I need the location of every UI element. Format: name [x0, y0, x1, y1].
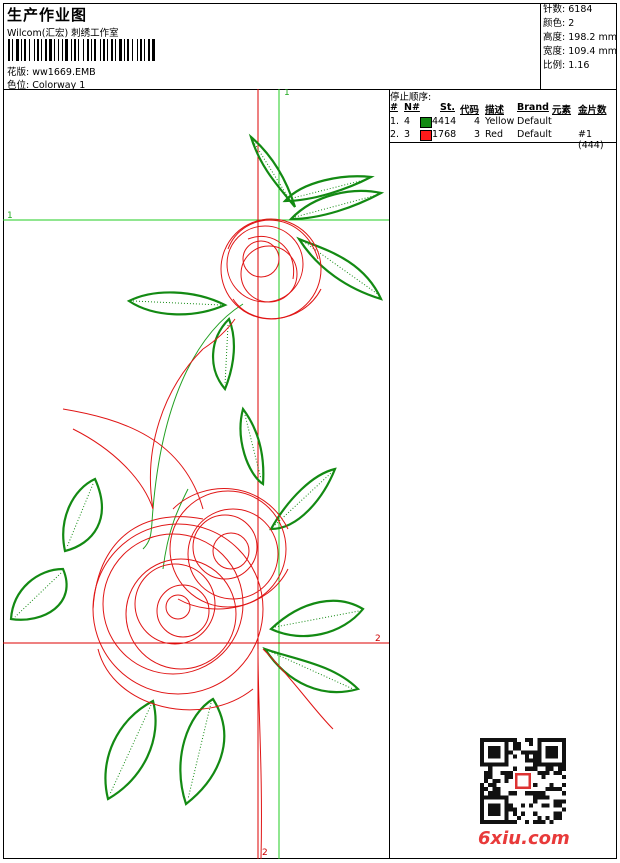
leaf	[104, 699, 157, 801]
rose-large	[62, 408, 264, 711]
leaf	[179, 697, 226, 806]
design-file: 花版: ww1669.EMB	[7, 64, 96, 78]
barcode	[8, 39, 155, 61]
qr-code	[480, 738, 566, 824]
company-name: Wilcom(汇宏) 刺绣工作室	[7, 28, 119, 39]
col-header-stitches: St.	[440, 102, 455, 113]
stems-green	[142, 303, 244, 570]
col-header-num: #	[390, 102, 398, 113]
col-header-element: 元素	[552, 105, 572, 116]
leaf	[126, 291, 228, 316]
leaf	[62, 477, 103, 553]
col-header-n: N#	[404, 102, 420, 113]
embroidery-design: 1 1 2 2	[3, 88, 389, 860]
col-header-sequin: 金片数	[578, 105, 607, 116]
stat-colors: 颜色: 2	[543, 18, 575, 29]
site-logo: 6xiu.com	[478, 828, 570, 849]
col-header-brand: Brand	[517, 102, 549, 113]
guide-green-v-label: 1	[284, 89, 290, 98]
table-row: 1. 4 4414 4 Yellow Default	[390, 116, 552, 128]
rose-top	[220, 218, 322, 320]
stats-panel: 针数: 6184 颜色: 2 高度: 198.2 mm 宽度: 109.4 mm…	[540, 3, 617, 89]
leaf	[239, 406, 265, 486]
stat-stitches: 针数: 6184	[543, 4, 593, 15]
color-swatch	[420, 130, 432, 141]
guide-red-v-label: 2	[262, 848, 268, 858]
rose-mid	[169, 488, 289, 610]
stat-scale: 比例: 1.16	[543, 60, 590, 71]
guide-red-h-label: 2	[375, 634, 381, 644]
col-header-code: 代码	[460, 105, 480, 116]
col-header-desc: 描述	[485, 105, 505, 116]
color-swatch	[420, 117, 432, 128]
leaves-green	[9, 133, 385, 806]
leaf	[269, 467, 337, 531]
panel-divider	[390, 142, 617, 143]
leaf	[212, 317, 236, 392]
leaf	[269, 599, 365, 638]
leaf-stitch-texture	[14, 140, 380, 800]
header: 生产作业图 Wilcom(汇宏) 刺绣工作室 花版: ww1669.EMB 色位…	[3, 3, 617, 91]
stat-width: 宽度: 109.4 mm	[543, 46, 617, 57]
table-row: 2. 3 1768 3 Red Default #1 (444)	[390, 129, 604, 151]
design-preview: 1 1 2 2	[3, 88, 390, 860]
guide-green-h-label: 1	[7, 211, 13, 221]
page-title: 生产作业图	[7, 6, 88, 24]
stop-sequence-title: 停止顺序:	[390, 92, 432, 103]
stat-height: 高度: 198.2 mm	[543, 32, 617, 43]
leaf	[296, 236, 383, 301]
